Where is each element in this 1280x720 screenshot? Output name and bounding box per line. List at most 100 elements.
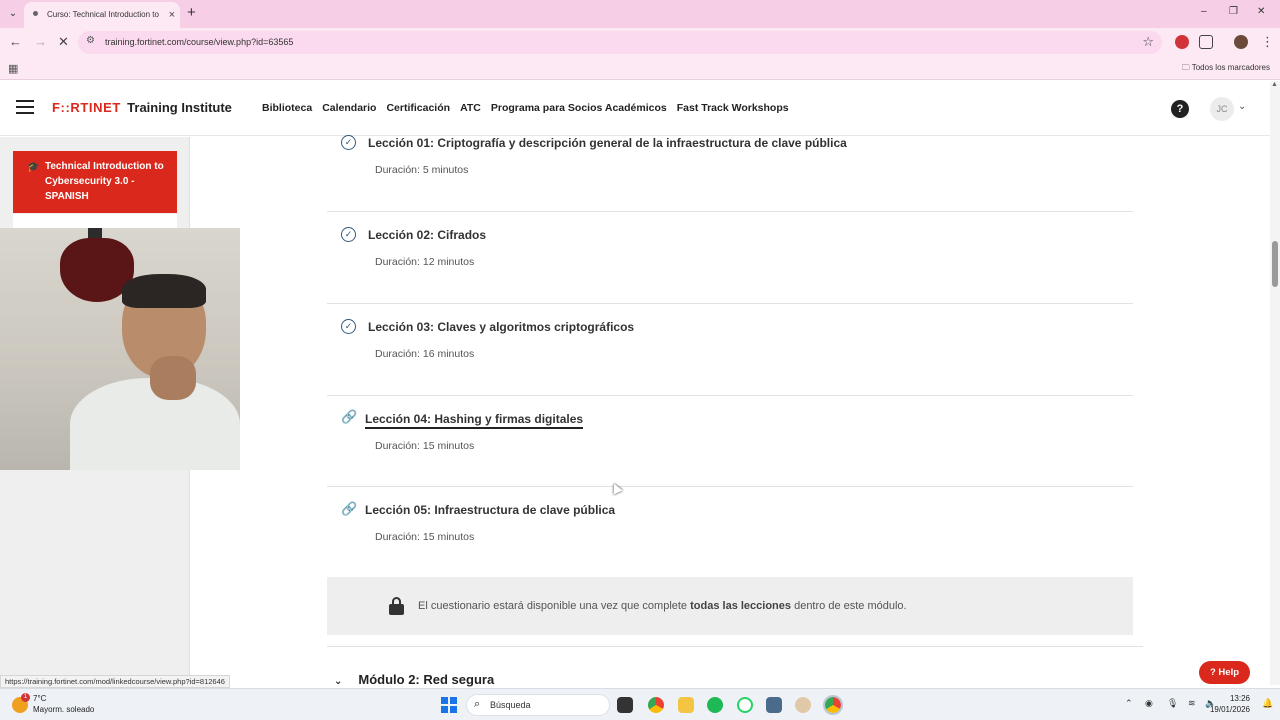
stop-loading-icon[interactable]: ✕ <box>58 34 69 50</box>
browser-tab-bar: ⌄ Curso: Technical Introduction to × + –… <box>0 0 1280 28</box>
lock-icon <box>389 597 404 615</box>
lesson-row: 🔗 Lección 05: Infraestructura de clave p… <box>327 487 1133 577</box>
quiz-locked-notice: El cuestionario estará disponible una ve… <box>327 577 1133 635</box>
quiz-message-bold: todas las lecciones <box>690 600 792 612</box>
module-2-header[interactable]: ⌄ Módulo 2: Red segura <box>334 672 494 687</box>
lesson-title[interactable]: Lección 03: Claves y algoritmos criptogr… <box>368 320 634 334</box>
tab-close-icon[interactable]: × <box>169 2 175 28</box>
whatsapp-icon[interactable] <box>737 697 753 713</box>
tab-title: Curso: Technical Introduction to <box>47 10 159 19</box>
weather-temperature[interactable]: 7°C <box>33 694 46 703</box>
completed-check-icon: ✓ <box>341 227 356 242</box>
chevron-down-icon[interactable]: ⌄ <box>1238 101 1246 112</box>
chrome-icon[interactable] <box>648 697 664 713</box>
apps-grid-icon[interactable]: ▦ <box>8 62 18 75</box>
bookmarks-bar: ▦ 🗀 Todos los marcadores <box>0 56 1280 80</box>
help-circle-icon: ? <box>1209 667 1216 678</box>
lesson-title[interactable]: Lección 02: Cifrados <box>368 228 486 242</box>
lesson-duration: Duración: 5 minutos <box>375 164 469 176</box>
minimize-button[interactable]: – <box>1201 6 1207 17</box>
task-view-icon[interactable] <box>617 697 633 713</box>
address-bar-row: ← → ✕ ⚙ training.fortinet.com/course/vie… <box>0 28 1280 56</box>
link-icon: 🔗 <box>341 409 358 424</box>
chevron-down-icon[interactable]: ⌄ <box>334 676 342 687</box>
help-icon[interactable]: ? <box>1171 100 1189 118</box>
menu-hamburger-icon[interactable] <box>16 100 34 114</box>
tab-favicon-icon <box>33 11 38 16</box>
notifications-bell-icon[interactable]: 🔔 <box>1262 698 1273 709</box>
lesson-duration: Duración: 12 minutos <box>375 256 475 268</box>
module-title: Módulo 2: Red segura <box>358 672 495 687</box>
link-icon: 🔗 <box>341 501 358 516</box>
lesson-title[interactable]: Lección 01: Criptografía y descripción g… <box>368 136 847 150</box>
microphone-icon[interactable]: 🎙 <box>1167 698 1178 709</box>
nav-biblioteca[interactable]: Biblioteca <box>262 102 312 114</box>
lesson-row: ✓ Lección 02: Cifrados Duración: 12 minu… <box>327 212 1133 304</box>
lesson-duration: Duración: 16 minutos <box>375 348 475 360</box>
nav-atc[interactable]: ATC <box>460 102 481 114</box>
wifi-icon[interactable]: ≋ <box>1188 698 1196 709</box>
fortinet-logo[interactable]: F::RTINET Training Institute <box>52 100 232 115</box>
url-text[interactable]: training.fortinet.com/course/view.php?id… <box>105 37 293 47</box>
taskbar-search[interactable]: ⌕ Búsqueda <box>466 694 610 716</box>
status-bar-url: https://training.fortinet.com/mod/linked… <box>0 675 230 688</box>
quiz-message: El cuestionario estará disponible una ve… <box>418 600 907 612</box>
lesson-title-link[interactable]: Lección 04: Hashing y firmas digitales <box>365 412 584 429</box>
nav-programa-socios[interactable]: Programa para Socios Académicos <box>491 102 667 114</box>
file-explorer-icon[interactable] <box>678 697 694 713</box>
course-card-title: Technical Introduction to Cybersecurity … <box>45 161 164 202</box>
nav-certificacion[interactable]: Certificación <box>386 102 450 114</box>
back-icon[interactable]: ← <box>9 34 22 49</box>
extension-icon[interactable] <box>1175 35 1189 49</box>
profile-avatar-icon[interactable] <box>1234 35 1248 49</box>
windows-start-icon[interactable] <box>441 697 457 713</box>
lesson-row: ✓ Lección 01: Criptografía y descripción… <box>327 130 1133 212</box>
close-window-button[interactable]: ✕ <box>1257 6 1265 17</box>
scrollbar-thumb[interactable] <box>1272 241 1278 287</box>
chrome-active-icon[interactable] <box>823 695 843 715</box>
logo-mark: F::RTINET <box>52 100 121 115</box>
notification-badge: 1 <box>21 693 30 702</box>
lesson-row: 🔗 Lección 04: Hashing y firmas digitales… <box>327 396 1133 487</box>
tray-app-icon[interactable]: ◉ <box>1145 698 1153 709</box>
spotify-icon[interactable] <box>707 697 723 713</box>
forward-icon[interactable]: → <box>34 34 47 49</box>
nav-fast-track[interactable]: Fast Track Workshops <box>677 102 789 114</box>
course-card[interactable]: 🎓 Technical Introduction to Cybersecurit… <box>13 151 177 213</box>
browser-tab[interactable]: Curso: Technical Introduction to × <box>24 2 180 28</box>
restore-button[interactable]: ❐ <box>1229 6 1238 17</box>
webcam-overlay <box>0 228 240 470</box>
browser-menu-icon[interactable]: ⋮ <box>1261 34 1274 50</box>
extensions-puzzle-icon[interactable] <box>1199 35 1213 49</box>
divider <box>327 646 1143 647</box>
search-icon: ⌕ <box>474 698 481 710</box>
bookmark-star-icon[interactable]: ☆ <box>1142 34 1154 50</box>
help-button[interactable]: ? Help <box>1199 661 1250 684</box>
url-bar[interactable]: ⚙ training.fortinet.com/course/view.php?… <box>78 31 1162 54</box>
site-info-icon[interactable]: ⚙ <box>86 35 95 46</box>
app-icon[interactable] <box>766 697 782 713</box>
person-hair <box>122 274 206 308</box>
tab-search-icon[interactable]: ⌄ <box>4 5 22 23</box>
logo-text: Training Institute <box>127 100 232 115</box>
completed-check-icon: ✓ <box>341 135 356 150</box>
lesson-duration: Duración: 15 minutos <box>375 531 475 543</box>
nav-calendario[interactable]: Calendario <box>322 102 376 114</box>
all-bookmarks-link[interactable]: 🗀 Todos los marcadores <box>1182 62 1270 76</box>
app-icon[interactable] <box>795 697 811 713</box>
folder-icon: 🗀 <box>1181 63 1192 72</box>
lesson-row: ✓ Lección 03: Claves y algoritmos cripto… <box>327 304 1133 396</box>
lesson-title-link[interactable]: Lección 05: Infraestructura de clave púb… <box>365 503 615 517</box>
page-scrollbar[interactable]: ▲ <box>1270 81 1280 685</box>
person-hand <box>150 356 196 400</box>
graduation-cap-icon: 🎓 <box>27 162 40 173</box>
new-tab-button[interactable]: + <box>187 4 196 21</box>
weather-description[interactable]: Mayorm. soleado <box>33 705 94 714</box>
user-avatar[interactable]: JC <box>1210 97 1234 121</box>
scroll-up-icon[interactable]: ▲ <box>1271 81 1278 88</box>
taskbar-clock[interactable]: 13:26 19/01/2026 <box>1210 693 1250 715</box>
completed-check-icon: ✓ <box>341 319 356 334</box>
windows-taskbar: 1 7°C Mayorm. soleado ⌕ Búsqueda ⌃ ◉ 🎙 ≋… <box>0 688 1280 720</box>
tray-expand-icon[interactable]: ⌃ <box>1125 698 1133 709</box>
site-header: F::RTINET Training Institute Biblioteca … <box>0 81 1272 136</box>
